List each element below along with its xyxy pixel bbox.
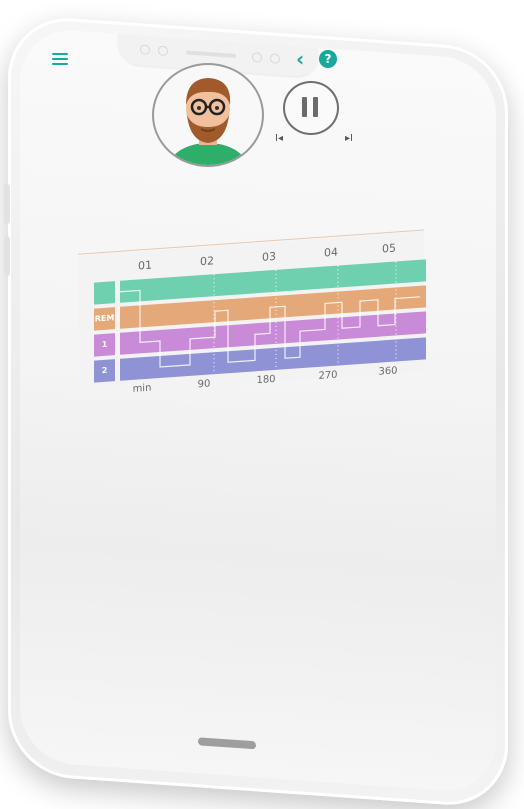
- stage-label-1: 1: [94, 333, 115, 357]
- avatar: [152, 63, 264, 167]
- app-ui: ‹ ? I◂ ▸I 01 02 03 04 05 REM 1 2 min 90 …: [0, 0, 524, 787]
- question-circle-icon[interactable]: ?: [319, 50, 337, 68]
- x-axis-label: min: [132, 382, 152, 395]
- previous-track-button[interactable]: I◂: [275, 133, 283, 144]
- chevron-left-icon[interactable]: ‹: [296, 49, 310, 69]
- stage-label-2: 2: [94, 359, 115, 383]
- x-axis-label: 180: [256, 373, 276, 387]
- hour-label: 01: [138, 258, 152, 273]
- hour-label: 03: [262, 249, 276, 264]
- stage-label-rem: REM: [94, 307, 115, 331]
- hour-label: 04: [324, 245, 338, 260]
- x-axis-label: 270: [318, 369, 338, 382]
- avatar-man-glasses-beard-icon: [168, 78, 248, 165]
- hour-label: 02: [200, 254, 214, 269]
- x-axis-label: 90: [197, 378, 211, 391]
- pause-icon: [302, 97, 307, 117]
- pause-icon: [313, 97, 318, 117]
- pause-button[interactable]: [283, 81, 339, 135]
- sleep-stage-chart: 01 02 03 04 05 REM 1 2 min 90 180 270 36…: [74, 229, 434, 424]
- x-axis-label: 360: [378, 365, 398, 378]
- hour-label: 05: [382, 241, 396, 256]
- hamburger-menu-icon[interactable]: [52, 53, 68, 65]
- rooster-icon: [94, 281, 156, 320]
- hypnogram-line: [120, 257, 420, 375]
- next-track-button[interactable]: ▸I: [345, 133, 353, 144]
